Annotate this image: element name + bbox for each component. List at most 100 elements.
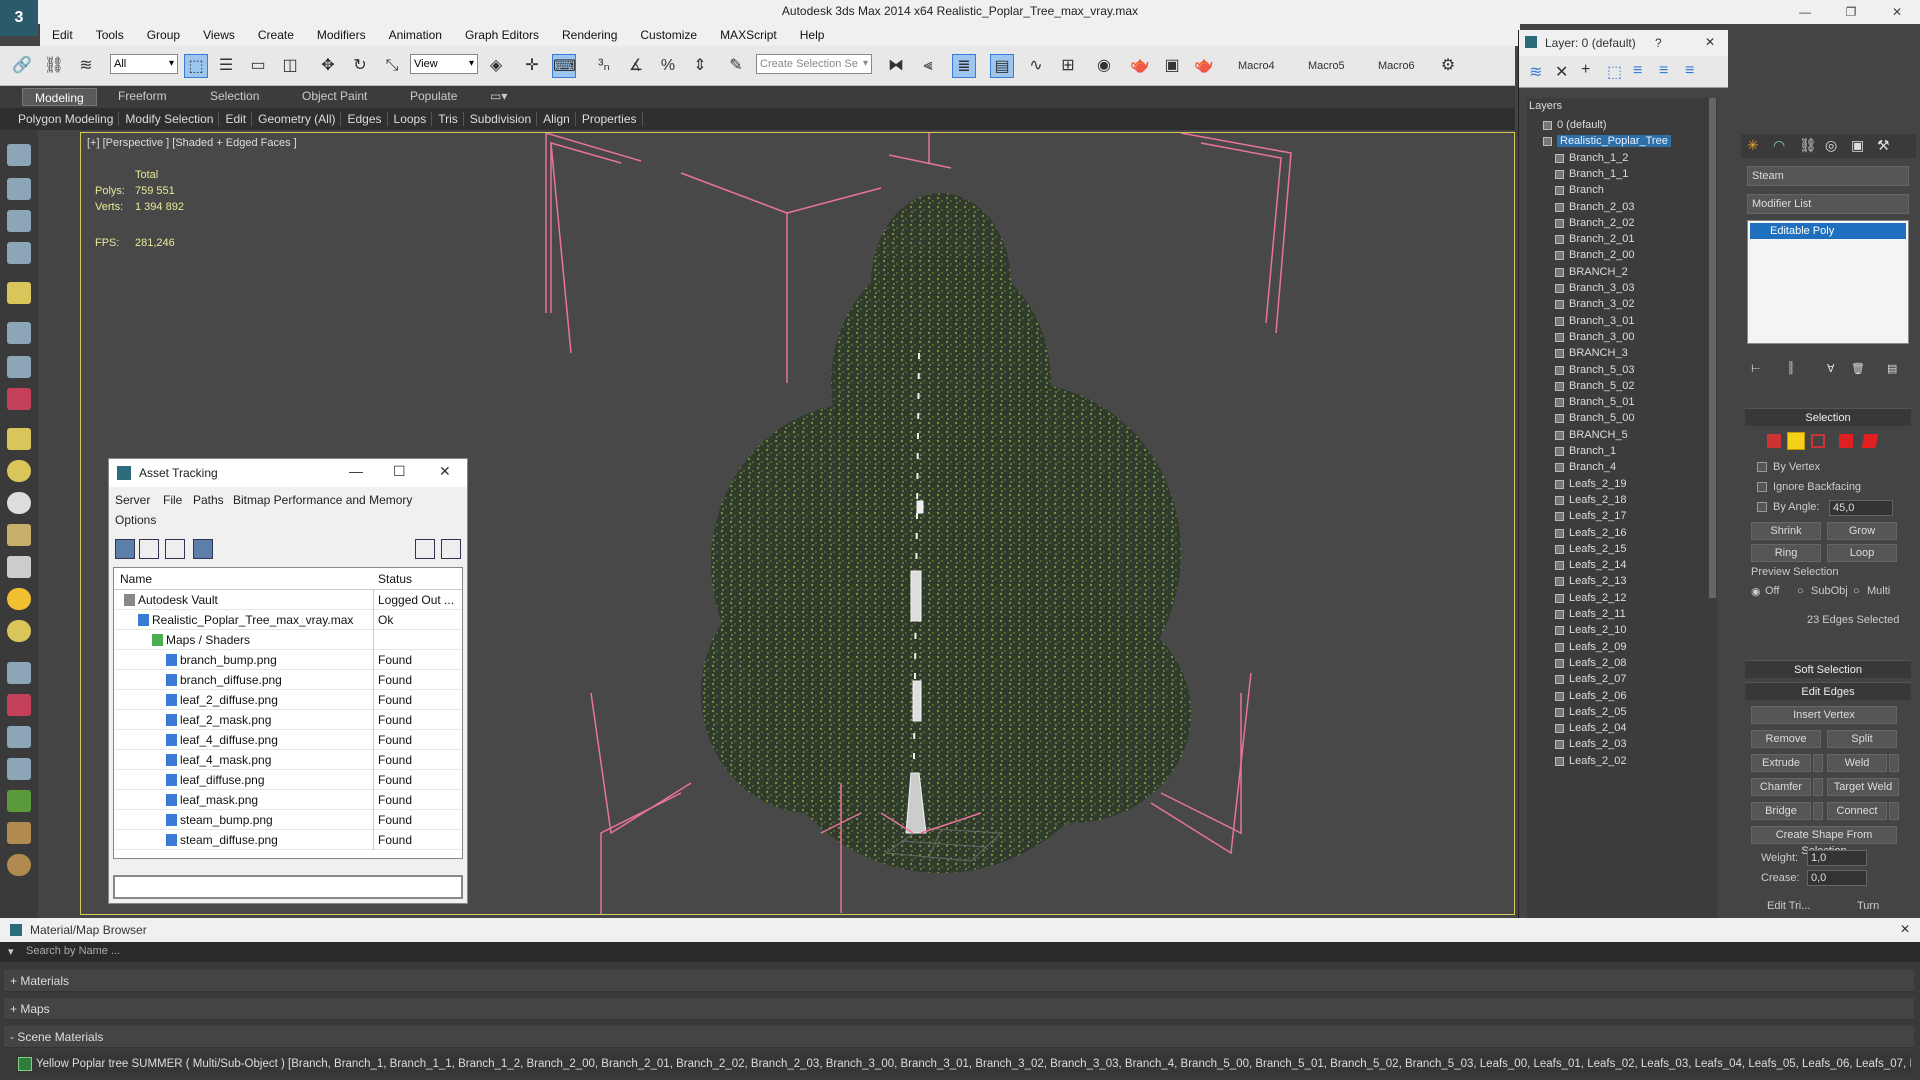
chevron-down-icon[interactable]: ▾ bbox=[8, 945, 14, 958]
layer-manager-window[interactable]: Layer: 0 (default) ? ✕ ≋ ✕ + ⬚ ≡ ≡ ≡ Lay… bbox=[1518, 30, 1728, 920]
window-crossing-icon[interactable]: ◫ bbox=[278, 54, 302, 78]
stack-item-editable-poly[interactable]: Editable Poly bbox=[1750, 223, 1906, 239]
modifier-list-dropdown[interactable]: Modifier List bbox=[1747, 194, 1909, 214]
by-angle-checkbox[interactable] bbox=[1757, 502, 1767, 512]
close-icon[interactable]: ✕ bbox=[439, 463, 451, 480]
pivot-center-icon[interactable]: ◈ bbox=[484, 54, 508, 78]
strip-tool-icon[interactable] bbox=[7, 556, 31, 578]
strip-tool-icon[interactable] bbox=[7, 428, 31, 450]
graphite-ribbon-icon[interactable]: ▤ bbox=[990, 54, 1014, 78]
strip-tool-icon[interactable] bbox=[7, 460, 31, 482]
strip-tool-icon[interactable] bbox=[7, 492, 31, 514]
select-object-icon[interactable]: ⬚ bbox=[184, 54, 208, 78]
utilities-tab-icon[interactable]: ⚒ bbox=[1877, 137, 1890, 154]
angle-snap-icon[interactable]: ∡ bbox=[624, 54, 648, 78]
rollout-edit-edges[interactable]: Edit Edges bbox=[1745, 682, 1911, 700]
extrude-settings-icon[interactable] bbox=[1813, 754, 1823, 772]
menu-animation[interactable]: Animation bbox=[377, 28, 453, 42]
strip-tool-icon[interactable] bbox=[7, 388, 31, 410]
split-button[interactable]: Split bbox=[1827, 730, 1897, 748]
asset-tracking-titlebar[interactable]: Asset Tracking — ☐ ✕ bbox=[109, 459, 467, 487]
section-maps[interactable]: + Maps bbox=[4, 998, 1914, 1020]
asset-row[interactable]: steam_bump.png Found bbox=[114, 810, 462, 830]
object-name-field[interactable]: Steam bbox=[1747, 166, 1909, 186]
by-vertex-checkbox[interactable] bbox=[1757, 462, 1767, 472]
panel-geometry-all[interactable]: Geometry (All) bbox=[252, 112, 342, 126]
strip-tool-icon[interactable] bbox=[7, 242, 31, 264]
tab-selection[interactable]: Selection bbox=[210, 89, 259, 103]
panel-edit[interactable]: Edit bbox=[219, 112, 253, 126]
delete-layer-icon[interactable]: ✕ bbox=[1555, 62, 1568, 82]
make-unique-icon[interactable]: ∀ bbox=[1827, 362, 1835, 375]
create-layer-icon[interactable]: ≋ bbox=[1529, 62, 1542, 82]
strip-tool-icon[interactable] bbox=[7, 144, 31, 166]
panel-modify-selection[interactable]: Modify Selection bbox=[119, 112, 220, 126]
rollout-soft-selection[interactable]: Soft Selection bbox=[1745, 660, 1911, 678]
preview-subobj-radio[interactable]: ○ bbox=[1797, 585, 1804, 597]
asset-tracking-dialog[interactable]: Asset Tracking — ☐ ✕ Server File Paths B… bbox=[108, 458, 468, 904]
scale-icon[interactable]: ⤡ bbox=[380, 54, 404, 78]
settings-icon[interactable] bbox=[441, 539, 461, 559]
weight-spinner[interactable]: 1,0 bbox=[1807, 850, 1867, 866]
asset-menu-options[interactable]: Options bbox=[115, 513, 156, 527]
border-mode-icon[interactable] bbox=[1811, 434, 1825, 448]
select-layer-icon[interactable]: ⬚ bbox=[1607, 62, 1622, 82]
crease-spinner[interactable]: 0,0 bbox=[1807, 870, 1867, 886]
display-tab-icon[interactable]: ▣ bbox=[1851, 137, 1864, 154]
configure-modifier-sets-icon[interactable]: ▤ bbox=[1887, 362, 1897, 375]
strip-tool-icon[interactable] bbox=[7, 822, 31, 844]
ignore-backfacing-checkbox[interactable] bbox=[1757, 482, 1767, 492]
by-angle-spinner[interactable]: 45,0 bbox=[1829, 500, 1893, 516]
macro4-button[interactable]: Macro4 bbox=[1238, 60, 1275, 72]
ribbon-options-icon[interactable]: ▭▾ bbox=[490, 89, 507, 103]
layer-window-titlebar[interactable]: Layer: 0 (default) ? ✕ bbox=[1519, 30, 1728, 56]
vertex-mode-icon[interactable] bbox=[1767, 434, 1781, 448]
panel-align[interactable]: Align bbox=[537, 112, 576, 126]
create-shape-button[interactable]: Create Shape From Selection bbox=[1751, 826, 1897, 857]
chamfer-settings-icon[interactable] bbox=[1813, 778, 1823, 796]
tab-populate[interactable]: Populate bbox=[410, 89, 457, 103]
asset-row[interactable]: Realistic_Poplar_Tree_max_vray.max Ok bbox=[114, 610, 462, 630]
refresh-icon[interactable] bbox=[115, 539, 135, 559]
minimize-icon[interactable]: — bbox=[349, 463, 363, 479]
minimize-icon[interactable]: — bbox=[1782, 0, 1828, 24]
snaps-toggle-icon[interactable]: ³ₙ bbox=[592, 54, 616, 78]
menu-edit[interactable]: Edit bbox=[40, 28, 84, 42]
panel-subdivision[interactable]: Subdivision bbox=[464, 112, 538, 126]
weld-button[interactable]: Weld bbox=[1827, 754, 1887, 772]
edit-named-selection-icon[interactable]: ✎ bbox=[724, 54, 748, 78]
remove-modifier-icon[interactable]: 🗑 bbox=[1851, 362, 1865, 375]
menu-tools[interactable]: Tools bbox=[84, 28, 135, 42]
strip-tool-icon[interactable] bbox=[7, 322, 31, 344]
asset-row[interactable]: leaf_4_diffuse.png Found bbox=[114, 730, 462, 750]
material-browser-titlebar[interactable]: Material/Map Browser ✕ bbox=[0, 918, 1920, 942]
asset-row[interactable]: Autodesk Vault Logged Out ... bbox=[114, 590, 462, 610]
material-search-bar[interactable]: ▾ Search by Name ... bbox=[0, 942, 1920, 962]
thumbnail-view-icon[interactable] bbox=[165, 539, 185, 559]
pin-stack-icon[interactable]: ⊢ bbox=[1751, 362, 1761, 375]
render-frame-icon[interactable]: ▣ bbox=[1160, 54, 1184, 78]
selection-filter-dropdown[interactable]: All bbox=[110, 54, 178, 74]
tab-object-paint[interactable]: Object Paint bbox=[302, 89, 367, 103]
asset-row[interactable]: leaf_diffuse.png Found bbox=[114, 770, 462, 790]
connect-button[interactable]: Connect bbox=[1827, 802, 1887, 820]
menu-rendering[interactable]: Rendering bbox=[550, 28, 628, 42]
keyboard-shortcut-override-icon[interactable]: ⌨ bbox=[552, 54, 576, 78]
weld-settings-icon[interactable] bbox=[1889, 754, 1899, 772]
panel-properties[interactable]: Properties bbox=[576, 112, 643, 126]
highlight-layer-icon[interactable]: ≡ bbox=[1633, 62, 1642, 80]
asset-row[interactable]: leaf_2_mask.png Found bbox=[114, 710, 462, 730]
macro6-button[interactable]: Macro6 bbox=[1378, 60, 1415, 72]
scene-material-item[interactable]: Yellow Poplar tree SUMMER ( Multi/Sub-Ob… bbox=[16, 1054, 1911, 1074]
polygon-mode-icon[interactable] bbox=[1839, 434, 1853, 448]
close-icon[interactable]: ✕ bbox=[1874, 0, 1920, 24]
asset-row[interactable]: leaf_4_mask.png Found bbox=[114, 750, 462, 770]
column-status-header[interactable]: Status bbox=[378, 572, 412, 586]
menu-maxscript[interactable]: MAXScript bbox=[708, 28, 788, 42]
strip-tool-icon[interactable] bbox=[7, 662, 31, 684]
select-by-name-icon[interactable]: ☰ bbox=[214, 54, 238, 78]
strip-tool-icon[interactable] bbox=[7, 210, 31, 232]
remove-button[interactable]: Remove bbox=[1751, 730, 1821, 748]
close-icon[interactable]: ✕ bbox=[1705, 35, 1715, 49]
freeze-all-icon[interactable]: ≡ bbox=[1685, 62, 1694, 80]
